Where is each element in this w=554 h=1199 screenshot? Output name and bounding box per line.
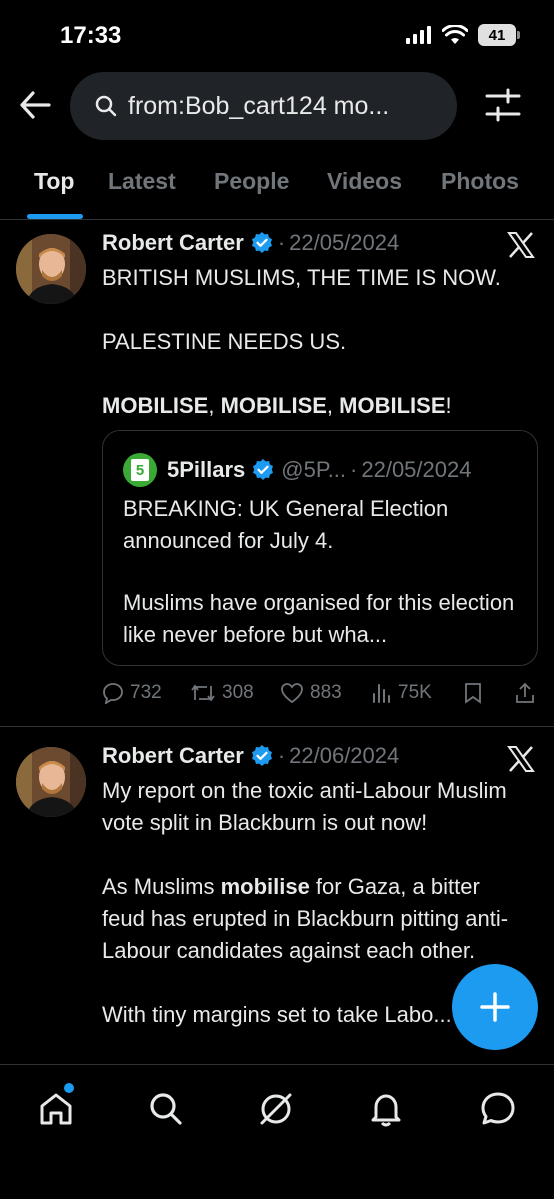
repost-button[interactable]: 308 bbox=[190, 682, 254, 704]
filter-button[interactable] bbox=[484, 86, 526, 128]
bell-icon bbox=[371, 1094, 401, 1127]
status-time: 17:33 bbox=[60, 22, 122, 49]
verified-badge-icon bbox=[250, 744, 274, 768]
quoted-tweet-header: 5 5Pillars @5P... · 22/05/2024 bbox=[123, 453, 471, 487]
nav-home[interactable] bbox=[34, 1087, 78, 1131]
tweet-date[interactable]: 22/05/2024 bbox=[289, 230, 399, 256]
verified-badge-icon bbox=[251, 458, 275, 482]
search-icon bbox=[95, 95, 117, 117]
tab-videos[interactable]: Videos bbox=[327, 168, 402, 195]
grok-icon bbox=[260, 1093, 292, 1125]
nav-grok[interactable] bbox=[254, 1087, 298, 1131]
tab-people[interactable]: People bbox=[214, 168, 289, 195]
repost-count: 308 bbox=[222, 682, 254, 703]
reply-icon bbox=[103, 683, 123, 704]
quoted-paragraph: Muslims have organised for this election… bbox=[123, 590, 515, 647]
sliders-icon bbox=[485, 88, 521, 122]
active-tab-indicator bbox=[27, 214, 83, 219]
nav-search[interactable] bbox=[144, 1087, 188, 1131]
battery-indicator: 41 bbox=[478, 24, 520, 46]
back-button[interactable] bbox=[14, 84, 56, 126]
separator-dot: · bbox=[277, 743, 286, 768]
tab-latest[interactable]: Latest bbox=[108, 168, 176, 195]
signal-icon bbox=[406, 26, 431, 44]
nav-messages[interactable] bbox=[476, 1087, 520, 1131]
views-icon bbox=[373, 684, 390, 703]
search-input[interactable]: from:Bob_cart124 mo... bbox=[70, 72, 457, 140]
scroll-fade bbox=[0, 1040, 554, 1064]
bookmark-icon bbox=[465, 683, 481, 704]
search-icon bbox=[150, 1093, 182, 1125]
bottom-nav bbox=[0, 1064, 554, 1199]
bookmark-button[interactable] bbox=[464, 682, 482, 704]
view-count: 75K bbox=[398, 682, 432, 703]
reply-count: 732 bbox=[130, 682, 162, 703]
tweet-line: PALESTINE NEEDS US. bbox=[102, 329, 347, 354]
verified-badge-icon bbox=[250, 231, 274, 255]
tweet-header: Robert Carter · 22/06/2024 bbox=[102, 743, 399, 769]
divider bbox=[0, 726, 554, 727]
compose-button[interactable] bbox=[452, 964, 538, 1050]
tweet-paragraph: As Muslims mobilise for Gaza, a bitter f… bbox=[102, 874, 509, 963]
share-icon bbox=[516, 682, 534, 703]
x-logo-icon bbox=[506, 744, 536, 774]
home-icon bbox=[40, 1093, 72, 1125]
repost-icon bbox=[191, 684, 215, 702]
quoted-paragraph: BREAKING: UK General Election announced … bbox=[123, 496, 449, 553]
share-button[interactable] bbox=[514, 682, 536, 704]
search-tabs: Top Latest People Videos Photos bbox=[0, 150, 554, 220]
avatar[interactable] bbox=[16, 747, 86, 817]
author-name[interactable]: Robert Carter bbox=[102, 230, 244, 256]
quoted-tweet-text: BREAKING: UK General Election announced … bbox=[123, 493, 523, 681]
quoted-author-handle: @5P... bbox=[281, 457, 347, 482]
x-logo-icon bbox=[506, 230, 536, 260]
author-name[interactable]: Robert Carter bbox=[102, 743, 244, 769]
plus-icon bbox=[480, 992, 510, 1022]
tweet-actions: 732 308 883 75K bbox=[102, 682, 538, 710]
avatar[interactable] bbox=[16, 234, 86, 304]
quoted-author-name: 5Pillars bbox=[167, 457, 246, 482]
tab-top[interactable]: Top bbox=[34, 168, 74, 195]
messages-icon bbox=[481, 1092, 515, 1125]
tweet-text: BRITISH MUSLIMS, THE TIME IS NOW. PALEST… bbox=[102, 262, 532, 422]
tweet-header: Robert Carter · 22/05/2024 bbox=[102, 230, 399, 256]
status-bar: 17:33 41 bbox=[0, 0, 554, 64]
arrow-left-icon bbox=[20, 91, 51, 119]
wifi-icon bbox=[442, 25, 468, 44]
separator-dot: · bbox=[277, 230, 286, 255]
heart-icon bbox=[281, 683, 303, 704]
tweet-line: MOBILISE, MOBILISE, MOBILISE! bbox=[102, 393, 452, 418]
5pillars-logo-icon: 5 bbox=[123, 453, 157, 487]
tweet-date[interactable]: 22/06/2024 bbox=[289, 743, 399, 769]
quoted-tweet[interactable]: 5 5Pillars @5P... · 22/05/2024 BREAKING:… bbox=[102, 430, 538, 666]
notification-dot bbox=[64, 1083, 74, 1093]
search-header: from:Bob_cart124 mo... bbox=[0, 70, 554, 142]
like-button[interactable]: 883 bbox=[280, 682, 342, 704]
tweet-line: BRITISH MUSLIMS, THE TIME IS NOW. bbox=[102, 265, 501, 290]
search-query: from:Bob_cart124 mo... bbox=[128, 91, 390, 120]
like-count: 883 bbox=[310, 682, 342, 703]
tab-photos[interactable]: Photos bbox=[441, 168, 519, 195]
nav-notifications[interactable] bbox=[364, 1087, 408, 1131]
quoted-tweet-date: 22/05/2024 bbox=[361, 457, 472, 482]
views-button[interactable]: 75K bbox=[372, 682, 432, 704]
tweet-paragraph: My report on the toxic anti-Labour Musli… bbox=[102, 778, 507, 835]
separator-dot: · bbox=[350, 457, 358, 482]
status-icons: 41 bbox=[406, 24, 520, 46]
reply-button[interactable]: 732 bbox=[102, 682, 162, 704]
